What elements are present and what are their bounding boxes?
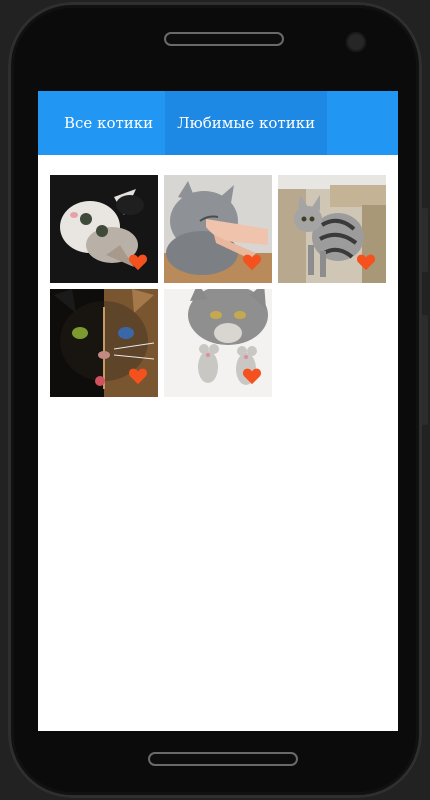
volume-button: [422, 208, 428, 272]
gallery-item[interactable]: [278, 175, 386, 283]
speaker-grille: [164, 32, 284, 46]
favorite-heart-icon[interactable]: [128, 253, 148, 271]
front-camera: [346, 32, 366, 52]
tab-favorite-cats[interactable]: Любимые котики: [165, 91, 328, 155]
gallery-item[interactable]: [164, 289, 272, 397]
gallery-item[interactable]: [50, 289, 158, 397]
home-bar: [148, 752, 298, 766]
favorite-heart-icon[interactable]: [356, 253, 376, 271]
favorite-heart-icon[interactable]: [242, 253, 262, 271]
favorite-heart-icon[interactable]: [242, 367, 262, 385]
favorite-heart-icon[interactable]: [128, 367, 148, 385]
tab-all-cats[interactable]: Все котики: [52, 91, 165, 155]
power-button: [422, 315, 428, 425]
tab-bar: Все котики Любимые котики: [38, 91, 398, 155]
gallery-item[interactable]: [164, 175, 272, 283]
gallery-item[interactable]: [50, 175, 158, 283]
app-screen: Все котики Любимые котики: [38, 91, 398, 731]
